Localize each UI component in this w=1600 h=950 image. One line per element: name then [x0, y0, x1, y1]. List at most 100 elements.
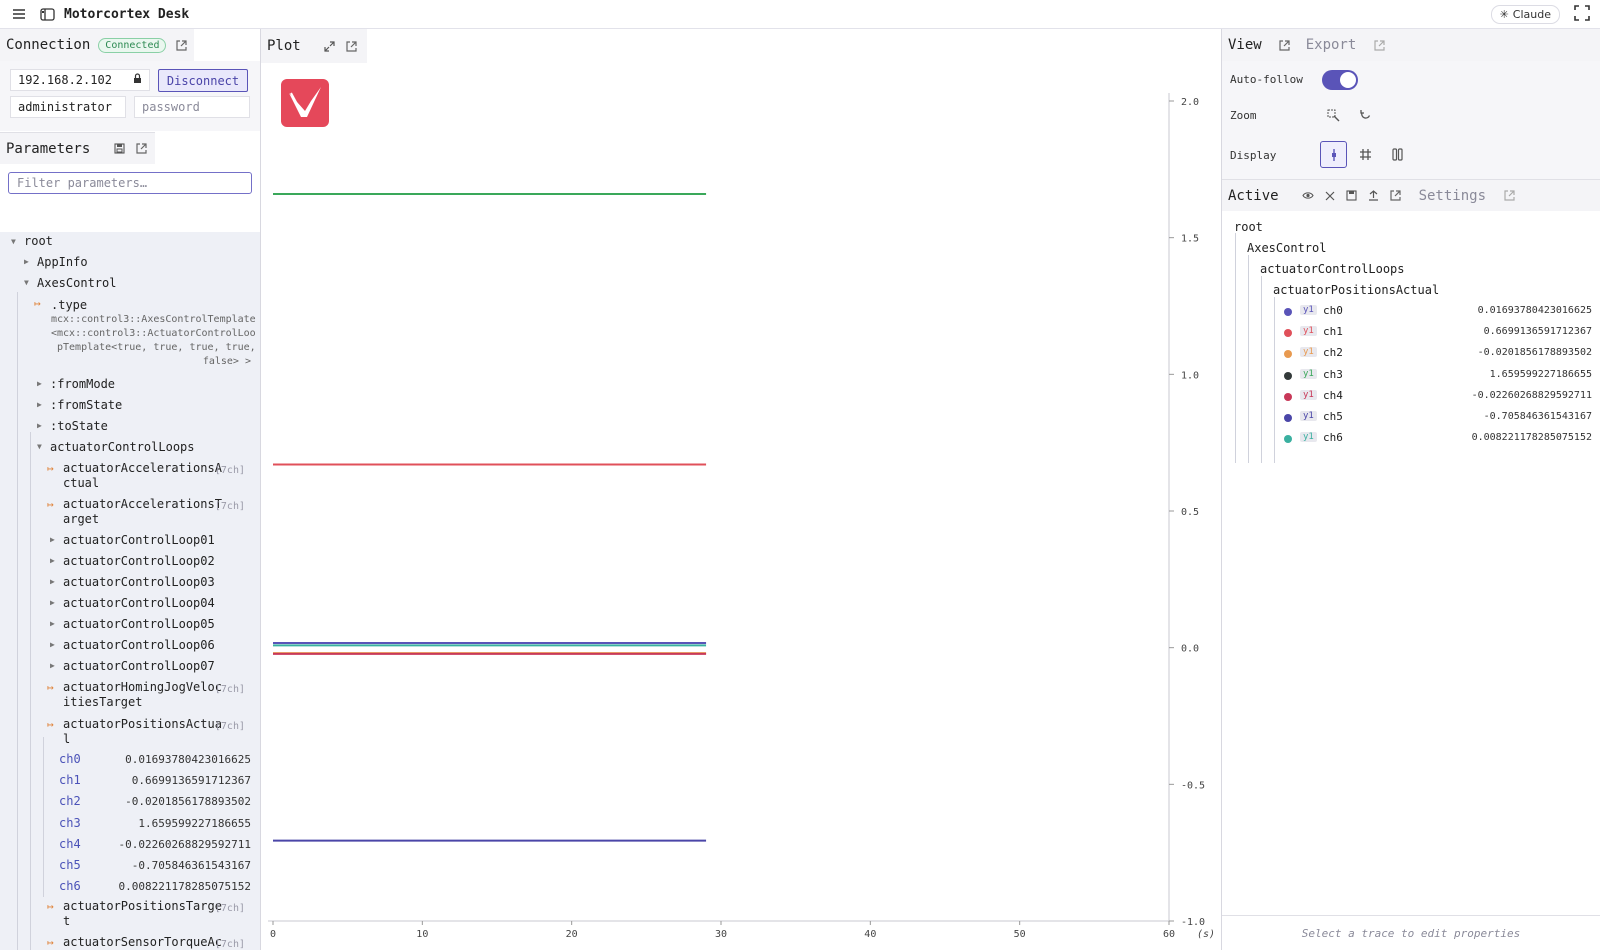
save-icon[interactable] — [1345, 189, 1359, 203]
tree-node-positions-target[interactable]: actuatorPositionsTarge — [63, 899, 222, 913]
trace-color-dot[interactable] — [1284, 392, 1292, 401]
fullscreen-icon[interactable] — [1574, 5, 1590, 24]
chevron-right-icon[interactable]: ▶ — [50, 577, 55, 586]
axis-badge[interactable]: y1 — [1300, 432, 1317, 443]
chevron-right-icon[interactable]: ▶ — [24, 257, 29, 266]
axis-badge[interactable]: y1 — [1300, 326, 1317, 337]
trace-name[interactable]: ch0 — [1323, 304, 1343, 317]
trace-color-dot[interactable] — [1284, 435, 1292, 444]
tree-node-accel-target[interactable]: actuatorAccelerationsT — [63, 497, 222, 511]
host-input[interactable]: 192.168.2.102 — [10, 69, 150, 91]
grid-icon[interactable] — [1352, 141, 1378, 167]
tree-node-loop02[interactable]: actuatorControlLoop02 — [63, 554, 215, 568]
username-input[interactable]: administrator — [10, 96, 126, 118]
zoom-region-icon[interactable] — [1320, 102, 1346, 128]
channel-name[interactable]: ch3 — [59, 816, 81, 830]
tree-node-positions-actual[interactable]: actuatorPositionsActua — [63, 717, 222, 731]
axis-badge[interactable]: y1 — [1300, 411, 1317, 421]
channel-name[interactable]: ch1 — [59, 773, 81, 787]
tree-node-root[interactable]: root — [24, 234, 53, 248]
line-chart[interactable]: 2.0 1.5 1.0 0.5 0.0 -0.5 -1.0 0 10 20 30 40 50 60 (s) — [261, 63, 1221, 950]
axis-badge[interactable]: y1 — [1300, 347, 1317, 358]
assistant-button[interactable]: ✳ Claude — [1490, 5, 1560, 24]
chevron-right-icon[interactable]: ▶ — [37, 421, 42, 430]
chevron-right-icon[interactable]: ▶ — [37, 400, 42, 409]
tree-node-sensor-torque[interactable]: actuatorSensorTorqueAc — [63, 935, 222, 949]
tree-node-loop05[interactable]: actuatorControlLoop05 — [63, 617, 215, 631]
chevron-right-icon[interactable]: ▶ — [50, 640, 55, 649]
tree-node-appinfo[interactable]: AppInfo — [37, 255, 88, 269]
trace-color-dot[interactable] — [1284, 414, 1292, 422]
tree-node-loop03[interactable]: actuatorControlLoop03 — [63, 575, 215, 589]
active-node-positions[interactable]: actuatorPositionsActual — [1273, 283, 1439, 297]
tree-node-loop01[interactable]: actuatorControlLoop01 — [63, 533, 215, 547]
trace-color-dot[interactable] — [1284, 308, 1292, 316]
tree-node-accel-actual[interactable]: actuatorAccelerationsA — [63, 461, 222, 475]
auto-follow-toggle[interactable] — [1322, 70, 1358, 90]
trace-name[interactable]: ch2 — [1323, 346, 1343, 359]
close-icon[interactable] — [1323, 189, 1337, 203]
chevron-right-icon[interactable]: ▶ — [50, 535, 55, 544]
tree-node-homing[interactable]: actuatorHomingJogVeloc — [63, 680, 222, 694]
chevron-right-icon[interactable]: ▶ — [37, 379, 42, 388]
active-node-root[interactable]: root — [1234, 220, 1263, 234]
popout-icon[interactable] — [345, 39, 359, 53]
upload-icon[interactable] — [1367, 189, 1381, 203]
trace-color-dot[interactable] — [1284, 371, 1292, 380]
expand-icon[interactable] — [323, 39, 337, 53]
popout-icon[interactable] — [1502, 189, 1516, 203]
cursor-mode-icon[interactable] — [1320, 141, 1347, 168]
tab-active[interactable]: Active — [1228, 188, 1279, 204]
tree-node-axescontrol[interactable]: AxesControl — [37, 276, 116, 290]
popout-icon[interactable] — [1389, 189, 1403, 203]
save-icon[interactable] — [112, 142, 126, 156]
popout-icon[interactable] — [1372, 38, 1386, 52]
active-node-axescontrol[interactable]: AxesControl — [1247, 241, 1326, 255]
trace-name[interactable]: ch1 — [1323, 325, 1343, 338]
chevron-down-icon[interactable]: ▼ — [24, 278, 29, 287]
tab-settings[interactable]: Settings — [1419, 188, 1486, 204]
tab-export[interactable]: Export — [1306, 37, 1357, 53]
tree-node-fromstate[interactable]: :fromState — [50, 398, 122, 412]
channel-name[interactable]: ch6 — [59, 879, 81, 893]
chevron-right-icon[interactable]: ▶ — [50, 556, 55, 565]
sidebar-toggle-icon[interactable] — [38, 5, 56, 23]
filter-input[interactable]: Filter parameters… — [8, 172, 252, 194]
trace-name[interactable]: ch6 — [1323, 431, 1343, 444]
channel-name[interactable]: ch0 — [59, 752, 81, 766]
chevron-down-icon[interactable]: ▼ — [11, 237, 16, 246]
columns-icon[interactable] — [1384, 141, 1410, 167]
popout-icon[interactable] — [134, 142, 148, 156]
popout-icon[interactable] — [174, 38, 188, 52]
eye-icon[interactable] — [1301, 189, 1315, 203]
reset-zoom-icon[interactable] — [1352, 102, 1378, 128]
chevron-right-icon[interactable]: ▶ — [50, 598, 55, 607]
trace-color-dot[interactable] — [1284, 350, 1292, 359]
trace-name[interactable]: ch5 — [1323, 410, 1343, 423]
tree-node-actuatorcontrolloops[interactable]: actuatorControlLoops — [50, 440, 195, 454]
axis-badge[interactable]: y1 — [1300, 305, 1317, 315]
chevron-right-icon[interactable]: ▶ — [50, 619, 55, 628]
chevron-right-icon[interactable]: ▶ — [50, 661, 55, 670]
popout-icon[interactable] — [1278, 38, 1292, 52]
chevron-down-icon[interactable]: ▼ — [37, 442, 42, 451]
tree-node-loop07[interactable]: actuatorControlLoop07 — [63, 659, 215, 673]
tree-node-type[interactable]: .type — [51, 298, 87, 312]
active-node-loops[interactable]: actuatorControlLoops — [1260, 262, 1405, 276]
disconnect-button[interactable]: Disconnect — [158, 69, 248, 92]
channel-name[interactable]: ch4 — [59, 837, 81, 851]
tree-node-loop06[interactable]: actuatorControlLoop06 — [63, 638, 215, 652]
channel-name[interactable]: ch5 — [59, 858, 81, 872]
axis-badge[interactable]: y1 — [1300, 389, 1317, 400]
channel-name[interactable]: ch2 — [59, 794, 81, 808]
tree-node-frommode[interactable]: :fromMode — [50, 377, 115, 391]
password-input[interactable]: password — [134, 96, 250, 118]
tab-view[interactable]: View — [1228, 37, 1262, 53]
trace-name[interactable]: ch4 — [1323, 389, 1343, 402]
hamburger-menu-icon[interactable] — [10, 5, 28, 23]
trace-name[interactable]: ch3 — [1323, 368, 1343, 381]
trace-color-dot[interactable] — [1284, 329, 1292, 338]
tree-node-tostate[interactable]: :toState — [50, 419, 108, 433]
axis-badge[interactable]: y1 — [1300, 368, 1317, 379]
tree-node-loop04[interactable]: actuatorControlLoop04 — [63, 596, 215, 610]
